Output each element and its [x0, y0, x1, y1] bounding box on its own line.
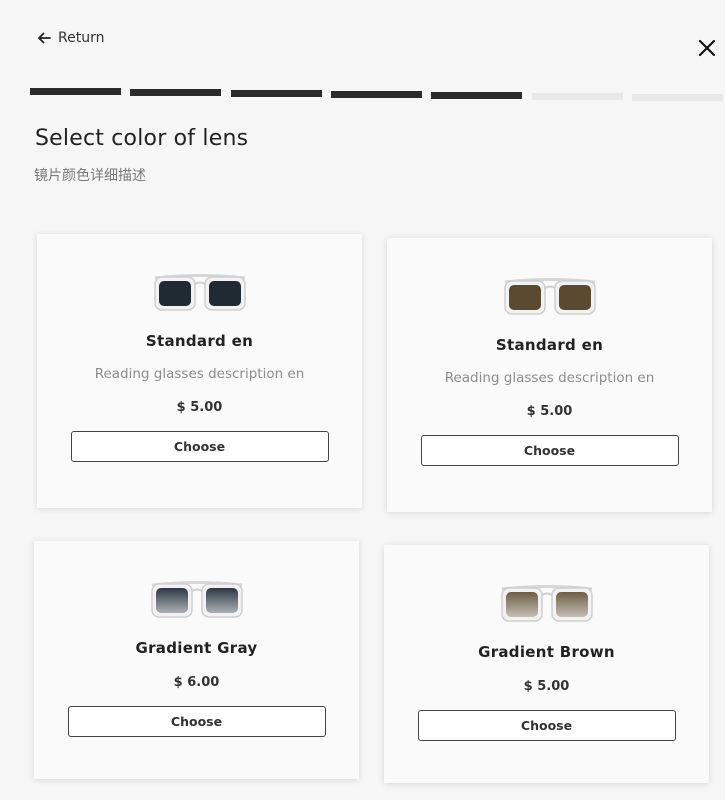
progress-step	[632, 94, 723, 101]
progress-step	[331, 91, 422, 98]
close-icon[interactable]	[696, 37, 718, 59]
choose-button[interactable]: Choose	[420, 435, 679, 466]
choose-button[interactable]: Choose	[67, 706, 326, 737]
lens-option-card: Standard en Reading glasses description …	[37, 234, 362, 508]
page-subtitle: 镜片颜色详细描述	[34, 168, 146, 184]
option-price: $ 5.00	[523, 679, 570, 694]
option-name: Gradient Gray	[135, 639, 258, 657]
option-price: $ 5.00	[176, 400, 223, 415]
progress-step	[532, 93, 623, 100]
option-name: Gradient Brown	[478, 643, 615, 661]
option-description: Reading glasses description en	[94, 366, 305, 382]
option-description: Reading glasses description en	[444, 370, 655, 386]
progress-step	[431, 92, 522, 99]
lens-option-card: Standard en Reading glasses description …	[387, 238, 712, 512]
choose-button[interactable]: Choose	[70, 431, 329, 462]
return-label: Return	[58, 30, 105, 46]
choose-button[interactable]: Choose	[417, 710, 676, 741]
return-button[interactable]: Return	[36, 30, 104, 46]
progress-step	[130, 89, 221, 96]
progress-step	[231, 90, 322, 97]
option-price: $ 6.00	[173, 675, 220, 690]
sunglasses-icon	[500, 585, 593, 622]
sunglasses-icon	[150, 581, 243, 618]
lens-option-card: Gradient Brown $ 5.00 Choose	[384, 545, 709, 783]
page-title: Select color of lens	[35, 126, 249, 151]
option-name: Standard en	[495, 336, 604, 354]
step-progress-bar	[30, 86, 725, 104]
sunglasses-icon	[503, 278, 596, 315]
arrow-left-icon	[38, 32, 51, 44]
lens-option-card: Gradient Gray $ 6.00 Choose	[34, 541, 359, 779]
option-name: Standard en	[145, 332, 254, 350]
sunglasses-icon	[153, 274, 246, 311]
option-price: $ 5.00	[526, 404, 573, 419]
progress-step	[30, 88, 121, 95]
